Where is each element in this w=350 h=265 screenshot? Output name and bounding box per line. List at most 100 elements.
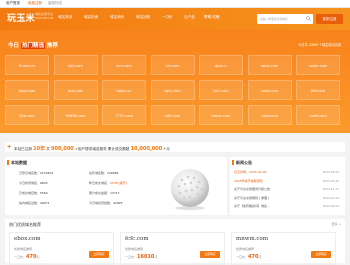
hot-domain-cell[interactable]: fj2e.com xyxy=(5,105,49,125)
card-domain[interactable]: ebox.com xyxy=(14,236,41,242)
price-value: 16010 xyxy=(137,254,155,260)
hot-domain-cell[interactable]: fpkl.com xyxy=(199,80,243,100)
domain-card[interactable]: mnwm.com 优质域名推荐 一口价：470元 立即购买 xyxy=(231,232,336,265)
hot-domain-cell[interactable]: 99898.com xyxy=(53,105,98,125)
nav-item-inquiry[interactable]: 域名询价 xyxy=(110,15,124,20)
hot-domain-cell[interactable]: svgm.com xyxy=(296,55,340,75)
panel-accent-bar xyxy=(232,160,234,165)
hot-domain-cell[interactable]: qzhj.com xyxy=(150,80,195,100)
news-item[interactable]: 玩玉米网，2025-02-08 xyxy=(234,170,266,174)
nav-item-home[interactable]: 域名首页 xyxy=(58,15,72,20)
hot-domain-cell[interactable]: rwvy.com xyxy=(247,105,292,125)
register-link[interactable]: 免费注册 xyxy=(28,1,42,6)
buy-button[interactable]: 立即购买 xyxy=(200,251,220,258)
stats-years: 10年 xyxy=(33,146,46,152)
recommend-more-link[interactable]: 更多 > xyxy=(332,222,341,226)
card-price: 一口价：470元 xyxy=(14,254,39,260)
card-domain[interactable]: mnwm.com xyxy=(236,236,268,242)
stats-text: 本站已注册 10年 共 900,000 +用户提供域名服务 累计成交额超 10,… xyxy=(14,145,170,152)
phone-text: 客服热线 xyxy=(48,1,62,5)
buy-button[interactable]: 立即购买 xyxy=(311,251,331,258)
stat-row: 站内域名总数：49671 xyxy=(19,201,50,205)
logo-slogan-sub: WANYUMI.COM xyxy=(35,17,54,20)
stat-label: 昨日成交域名： xyxy=(89,181,111,185)
logo-slogan: 域名交易平台 xyxy=(35,12,54,16)
stat-row: 今日新增域名：6825 xyxy=(19,181,48,185)
stats-bar: 本站已注册 10年 共 900,000 +用户提供域名服务 累计成交额超 10,… xyxy=(5,142,345,152)
hot-domain-cell[interactable]: 7731.com xyxy=(102,105,146,125)
hot-domain-cell[interactable]: hpkx.com xyxy=(247,55,292,75)
hot-domain-cell[interactable]: bmpe.com xyxy=(199,105,243,125)
stat-label: 今日域名增加数： xyxy=(89,201,114,205)
nav-item-fixed-price[interactable]: 一口价 xyxy=(162,15,173,20)
hot-domain-cell[interactable]: gbpj.com xyxy=(5,80,49,100)
stat-value: 6825 xyxy=(40,181,48,185)
buy-button[interactable]: 立即购买 xyxy=(89,251,109,258)
stats-users: 900,000 xyxy=(51,146,74,152)
trade-count-prefix: 今日共 xyxy=(298,43,308,47)
site-header: 玩玉米 域名交易平台 WANYUMI.COM 域名首页 域名拍卖 域名询价 域名… xyxy=(0,8,350,30)
hot-domain-cell[interactable]: yiro.com xyxy=(102,55,146,75)
card-label: 优质域名推荐 xyxy=(14,247,33,251)
hot-domain-cell[interactable]: qcd.com xyxy=(53,80,98,100)
speaker-icon xyxy=(7,144,12,149)
domain-card[interactable]: fcfc.com 优质域名推荐一口价：16010元 立即购买 xyxy=(120,232,225,265)
golf-ball-illustration xyxy=(171,169,209,210)
stat-label: 已登记域名数： xyxy=(19,171,41,175)
search-input[interactable]: 请输入你要搜索的域名 xyxy=(257,14,313,24)
hot-domain-cell[interactable]: ft.com.cn xyxy=(5,55,49,75)
hot-domain-cell[interactable]: lvd.com xyxy=(150,55,195,75)
nav-item-auction[interactable]: 域名拍卖 xyxy=(84,15,98,20)
stat-row: 已登记域名数：2154402 xyxy=(19,171,53,175)
login-link[interactable]: 用户登录 xyxy=(6,1,20,6)
stat-label: 站内域名总数： xyxy=(19,201,41,205)
card-label: 优质域名推荐 xyxy=(125,247,144,251)
stat-value: 126669 xyxy=(107,171,119,175)
hero-title-suffix: 推荐 xyxy=(46,43,58,49)
hot-domain-cell[interactable]: zrwd.com xyxy=(247,80,292,100)
news-item[interactable]: 关于平台交易规则 [ 重要 ] xyxy=(234,196,269,200)
stats-text3: +用户提供域名服务 累计成交额超 xyxy=(74,147,130,151)
price-unit: 元 xyxy=(154,255,158,259)
hot-domain-cell[interactable]: qlsd.cc xyxy=(199,55,243,75)
recommend-panel: 热门优质域名推荐 更多 > ebox.com 优质域名推荐 一口价：470元 立即购买… xyxy=(5,219,345,265)
trade-count-value: 2299 xyxy=(308,43,318,47)
stat-row: 今日域名增加数：42825 xyxy=(89,201,123,205)
card-price: 一口价：470元 xyxy=(236,254,261,260)
stat-value: 2154402 xyxy=(40,171,54,175)
price-unit: 元 xyxy=(258,255,262,259)
site-logo[interactable]: 玩玉米 xyxy=(7,11,35,24)
stat-row: 在售域名数：126669 xyxy=(89,171,118,175)
stat-label: 今日新增域名： xyxy=(19,181,41,185)
news-item[interactable]: 2025年春节放假通知 xyxy=(234,179,263,183)
hot-domain-cell[interactable]: jklf.com xyxy=(296,80,340,100)
stat-value[interactable]: 2158 [展开] xyxy=(110,181,127,185)
news-item[interactable]: 关于平台交易服务升级公告 xyxy=(234,187,270,191)
stat-value: 13717 xyxy=(110,191,120,195)
stat-label: 已成交域名数： xyxy=(19,191,41,195)
hot-domain-cell[interactable]: taijun.cc xyxy=(102,80,146,100)
nav-item-cloud[interactable]: 云产品 xyxy=(184,15,195,20)
hero-title-prefix: 今日 xyxy=(8,43,20,49)
card-price: 一口价：16010元 xyxy=(125,254,157,260)
news-title: 新闻公告 xyxy=(236,160,252,165)
news-panel: 新闻公告 玩玉米网，2025-02-08 2025-02-08 2025年春节放假通… xyxy=(230,157,345,215)
stat-row: 已成交域名数：5564 xyxy=(19,191,48,195)
domain-card[interactable]: ebox.com 优质域名推荐一口价：470元 立即购买 xyxy=(9,232,114,265)
news-date: 2024-10-18 xyxy=(322,195,339,200)
news-item[interactable]: 关于【含有敏感词】域名... xyxy=(234,204,270,208)
hot-domain-cell[interactable]: meik.com xyxy=(296,105,340,125)
hot-domain-cell[interactable]: hdfj.com xyxy=(150,105,195,125)
news-date: 2024-12-11 xyxy=(322,187,339,192)
nav-item-recycle[interactable]: 域名回收 xyxy=(136,15,150,20)
news-date: 2025-02-08 xyxy=(322,170,339,175)
search-icon[interactable] xyxy=(306,16,311,21)
card-domain[interactable]: fcfc.com xyxy=(125,236,149,242)
hero-trade-count: 今日共 2299 个域名成功交易 xyxy=(298,42,341,47)
stat-row: 累计成交金额：13717 xyxy=(89,191,120,195)
news-date: 2024-09-02 xyxy=(322,204,339,209)
login-button[interactable]: 登录/注册 xyxy=(316,14,343,24)
site-data-panel: 本站数据 已登记域名数：2154402 在售域名数：126669 今日新增域名：68… xyxy=(5,157,227,215)
nav-item-help[interactable]: 帮助/攻略 xyxy=(204,15,220,20)
hot-domain-cell[interactable]: lyfy.com xyxy=(53,55,98,75)
